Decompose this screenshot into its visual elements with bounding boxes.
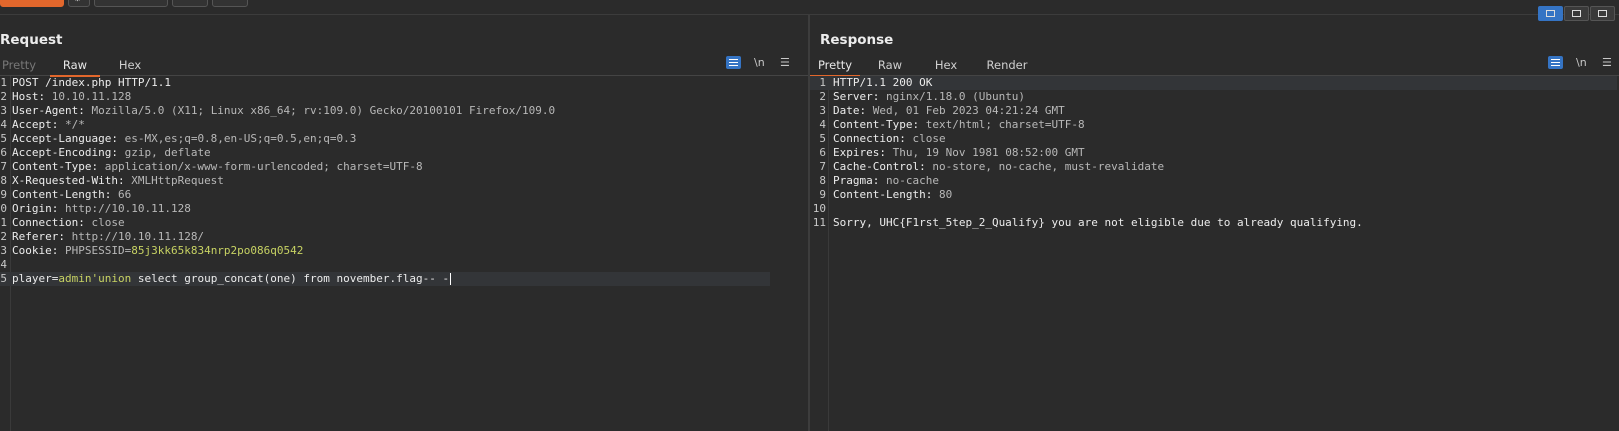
response-tab-render[interactable]: Render — [982, 56, 1032, 75]
newline-toggle-button[interactable]: \n — [1576, 56, 1587, 69]
send-button[interactable] — [0, 0, 64, 7]
wrap-lines-icon[interactable] — [1548, 56, 1563, 69]
response-editor[interactable]: 1 HTTP/1.1 200 OK 2 Server: nginx/1.18.0 (… — [810, 76, 1619, 431]
response-line: 10 — [812, 202, 826, 215]
text-caret — [450, 273, 452, 285]
request-line: 7 Content-Type: application/x-www-form-ur… — [0, 160, 423, 173]
response-tab-raw[interactable]: Raw — [872, 56, 908, 75]
request-line: 8 X-Requested-With: XMLHttpRequest — [0, 174, 224, 187]
menu-icon[interactable]: ☰ — [1602, 56, 1612, 69]
response-line: 1 HTTP/1.1 200 OK — [810, 76, 1617, 90]
settings-gear-icon: ⚙ — [73, 0, 82, 4]
request-line: 3 User-Agent: Mozilla/5.0 (X11; Linux x86… — [0, 104, 556, 117]
response-line: 9 Content-Length: 80 — [819, 188, 953, 201]
request-line: 1 Connection: close — [0, 216, 125, 229]
response-tabs: Pretty Raw Hex Render — [810, 53, 1619, 77]
request-line: 9 Content-Length: 66 — [0, 188, 132, 201]
session-id-value: 85j3kk65k834nrp2po086q0542 — [131, 244, 304, 257]
request-line: 0 Origin: http://10.10.11.128 — [0, 202, 191, 215]
wrap-lines-icon[interactable] — [726, 56, 741, 69]
request-line: 3 Cookie: PHPSESSID=85j3kk65k834nrp2po086… — [0, 244, 304, 257]
request-tab-pretty[interactable]: Pretty — [0, 56, 38, 75]
request-line: 4 — [0, 258, 7, 271]
response-line: 2 Server: nginx/1.18.0 (Ubuntu) — [819, 90, 1026, 103]
request-line: 1 POST /index.php HTTP/1.1 — [0, 76, 171, 89]
request-editor[interactable]: 1 POST /index.php HTTP/1.1 2 Host: 10.10.1… — [0, 76, 808, 431]
history-back-button[interactable] — [172, 0, 208, 7]
response-line: 6 Expires: Thu, 19 Nov 1981 08:52:00 GMT — [819, 146, 1085, 159]
response-pane: Response Pretty Raw Hex Render \n ☰ 1 HTT… — [810, 15, 1619, 431]
newline-toggle-button[interactable]: \n — [754, 56, 765, 69]
request-tab-hex[interactable]: Hex — [110, 56, 150, 75]
response-tab-hex[interactable]: Hex — [929, 56, 963, 75]
request-pane: Request Pretty Raw Hex \n ☰ 1 POST /index… — [0, 15, 808, 431]
request-line: 4 Accept: */* — [0, 118, 85, 131]
response-tab-pretty[interactable]: Pretty — [810, 56, 860, 77]
top-toolbar: ⚙ — [0, 0, 1619, 15]
request-line: 2 Referer: http://10.10.11.128/ — [0, 230, 205, 243]
request-line: 5 Accept-Language: es-MX,es;q=0.8,en-US;q… — [0, 132, 357, 145]
cancel-button[interactable] — [94, 0, 168, 7]
response-line: 3 Date: Wed, 01 Feb 2023 04:21:24 GMT — [819, 104, 1065, 117]
response-line: 7 Cache-Control: no-store, no-cache, must… — [819, 160, 1165, 173]
layout-single-icon[interactable] — [1590, 6, 1615, 21]
response-line: 4 Content-Type: text/html; charset=UTF-8 — [819, 118, 1085, 131]
response-body-line: 11 Sorry, UHC{F1rst_5tep_2_Qualify} you a… — [812, 216, 1363, 229]
request-line: 2 Host: 10.10.11.128 — [0, 90, 132, 103]
request-title: Request — [0, 32, 63, 48]
response-title: Response — [820, 32, 894, 48]
request-tab-raw[interactable]: Raw — [50, 56, 100, 77]
player-param-value: admin'union — [58, 272, 132, 285]
layout-side-by-side-icon[interactable] — [1538, 6, 1563, 21]
response-line: 8 Pragma: no-cache — [819, 174, 939, 187]
menu-icon[interactable]: ☰ — [780, 56, 790, 69]
history-forward-button[interactable] — [212, 0, 248, 7]
request-body-line[interactable]: 5 player=admin'union select group_concat(… — [0, 272, 770, 286]
request-line: 6 Accept-Encoding: gzip, deflate — [0, 146, 211, 159]
layout-stacked-icon[interactable] — [1564, 6, 1589, 21]
response-line: 5 Connection: close — [819, 132, 946, 145]
request-tabs: Pretty Raw Hex — [0, 53, 808, 77]
